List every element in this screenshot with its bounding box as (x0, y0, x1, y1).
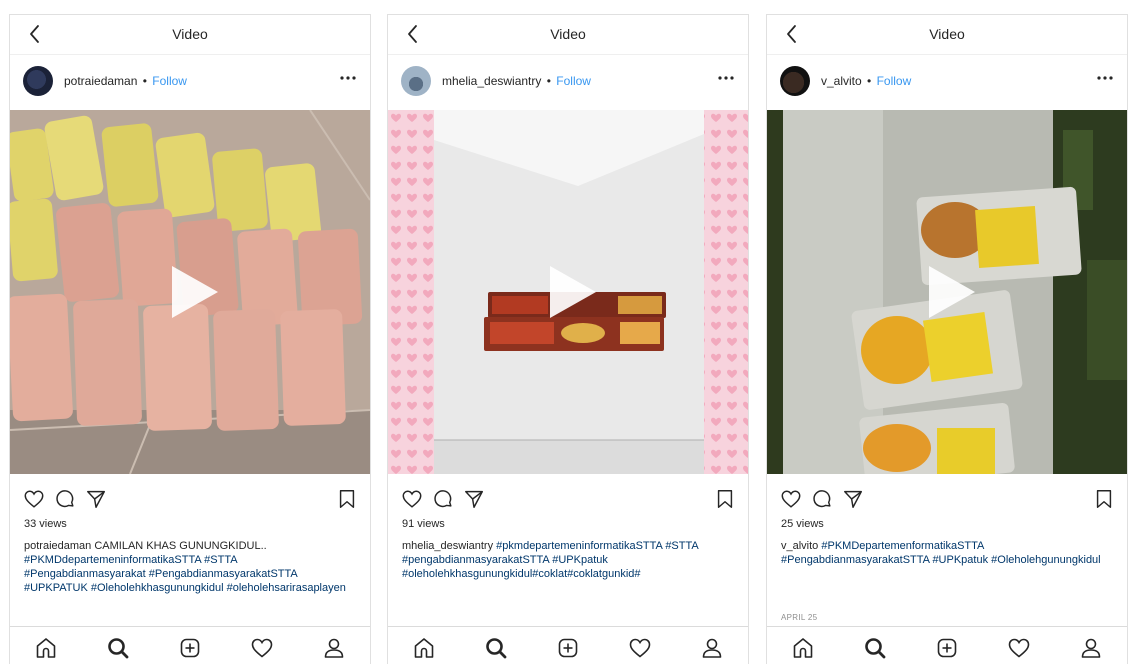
paper-plane-icon[interactable] (85, 488, 107, 510)
profile-icon[interactable] (1079, 636, 1103, 660)
profile-icon[interactable] (700, 636, 724, 660)
play-icon[interactable] (160, 260, 224, 324)
add-post-icon[interactable] (556, 636, 580, 660)
heart-icon[interactable] (401, 488, 423, 510)
add-post-icon[interactable] (178, 636, 202, 660)
more-horizontal-icon[interactable] (338, 71, 358, 85)
user-line: mhelia_deswiantry • Follow (442, 74, 591, 88)
post-header: mhelia_deswiantry • Follow (388, 55, 748, 109)
top-bar: Video (388, 15, 748, 55)
bookmark-icon[interactable] (1093, 488, 1115, 510)
top-bar: Video (10, 15, 370, 55)
heart-icon[interactable] (780, 488, 802, 510)
more-horizontal-icon[interactable] (1095, 71, 1115, 85)
video-player[interactable] (388, 110, 748, 474)
caption: mhelia_deswiantry #pkmdepartemeninformat… (402, 539, 737, 581)
bookmark-icon[interactable] (714, 488, 736, 510)
comment-icon[interactable] (54, 488, 76, 510)
action-bar (767, 482, 1127, 516)
view-count: 25 views (781, 518, 824, 530)
video-screen-1: Video potraiedaman • Follow 33 views pot… (9, 14, 371, 664)
follow-button[interactable]: Follow (152, 74, 187, 88)
avatar[interactable] (780, 66, 810, 96)
video-player[interactable] (10, 110, 370, 474)
paper-plane-icon[interactable] (463, 488, 485, 510)
caption-hashtags[interactable]: #PKMDdepartemeninformatikaSTTA #STTA #Pe… (24, 554, 346, 594)
video-screen-3: Video v_alvito • Follow 25 views v_alvit… (766, 14, 1128, 664)
bottom-tab-bar (10, 626, 370, 664)
paper-plane-icon[interactable] (842, 488, 864, 510)
caption-hashtags[interactable]: #PKMDepartemenformatikaSTTA #Pengabdianm… (781, 540, 1101, 566)
post-header: v_alvito • Follow (767, 55, 1127, 109)
home-icon[interactable] (412, 636, 436, 660)
search-icon[interactable] (106, 636, 130, 660)
caption: potraiedaman CAMILAN KHAS GUNUNGKIDUL.. … (24, 539, 359, 595)
post-date: APRIL 25 (781, 613, 818, 622)
profile-icon[interactable] (322, 636, 346, 660)
view-count: 91 views (402, 518, 445, 530)
page-title: Video (929, 26, 965, 42)
top-bar: Video (767, 15, 1127, 55)
search-icon[interactable] (484, 636, 508, 660)
follow-button[interactable]: Follow (877, 74, 912, 88)
separator: • (546, 74, 551, 88)
home-icon[interactable] (34, 636, 58, 660)
avatar[interactable] (23, 66, 53, 96)
username-link[interactable]: mhelia_deswiantry (442, 74, 541, 88)
activity-heart-icon[interactable] (1007, 636, 1031, 660)
post-header: potraiedaman • Follow (10, 55, 370, 109)
page-title: Video (172, 26, 208, 42)
caption: v_alvito #PKMDepartemenformatikaSTTA #Pe… (781, 539, 1116, 567)
video-player[interactable] (767, 110, 1127, 474)
more-horizontal-icon[interactable] (716, 71, 736, 85)
caption-text: mhelia_deswiantry (402, 540, 494, 552)
separator: • (142, 74, 147, 88)
play-icon[interactable] (917, 260, 981, 324)
follow-button[interactable]: Follow (556, 74, 591, 88)
video-screen-2: Video mhelia_deswiantry • Follow 91 view… (387, 14, 749, 664)
activity-heart-icon[interactable] (628, 636, 652, 660)
home-icon[interactable] (791, 636, 815, 660)
bookmark-icon[interactable] (336, 488, 358, 510)
add-post-icon[interactable] (935, 636, 959, 660)
username-link[interactable]: potraiedaman (64, 74, 137, 88)
view-count: 33 views (24, 518, 67, 530)
heart-icon[interactable] (23, 488, 45, 510)
user-line: potraiedaman • Follow (64, 74, 187, 88)
user-line: v_alvito • Follow (821, 74, 911, 88)
page-title: Video (550, 26, 586, 42)
play-icon[interactable] (538, 260, 602, 324)
caption-text: v_alvito (781, 540, 819, 552)
action-bar (388, 482, 748, 516)
avatar[interactable] (401, 66, 431, 96)
comment-icon[interactable] (811, 488, 833, 510)
bottom-tab-bar (388, 626, 748, 664)
action-bar (10, 482, 370, 516)
separator: • (867, 74, 872, 88)
comment-icon[interactable] (432, 488, 454, 510)
bottom-tab-bar (767, 626, 1127, 664)
activity-heart-icon[interactable] (250, 636, 274, 660)
caption-text: potraiedaman CAMILAN KHAS GUNUNGKIDUL.. (24, 540, 267, 552)
username-link[interactable]: v_alvito (821, 74, 862, 88)
search-icon[interactable] (863, 636, 887, 660)
screenshot-collage: Video potraiedaman • Follow 33 views pot… (0, 0, 1129, 664)
